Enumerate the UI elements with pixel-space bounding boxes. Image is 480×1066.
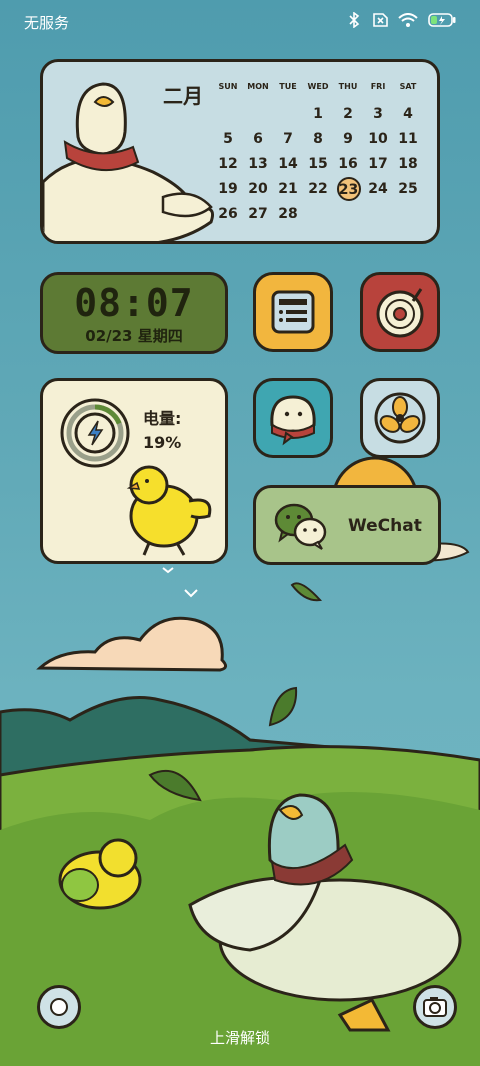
- calendar-day[interactable]: 5: [213, 131, 243, 147]
- calendar-day[interactable]: 28: [273, 206, 303, 222]
- calendar-day[interactable]: 6: [243, 131, 273, 147]
- calendar-weekday-row: SUN MON TUE WED THU FRI SAT: [213, 76, 425, 101]
- calendar-day[interactable]: 10: [363, 131, 393, 147]
- weekday-label: MON: [247, 81, 269, 91]
- battery-percent: 19%: [143, 433, 182, 452]
- weekday-label: THU: [338, 81, 358, 91]
- calendar-today-marker: 23: [336, 176, 361, 201]
- battery-widget[interactable]: 电量: 19%: [40, 378, 228, 564]
- swipe-unlock-hint[interactable]: 上滑解锁: [0, 1027, 480, 1048]
- bluetooth-icon: [349, 12, 360, 28]
- wifi-icon: [398, 13, 418, 27]
- calendar-day[interactable]: 25: [393, 181, 423, 197]
- calendar-week-row: 26 27 28: [213, 201, 425, 226]
- ghost-icon: [270, 395, 316, 446]
- weekday-label: FRI: [370, 81, 386, 91]
- calendar-week-row: 1234: [213, 101, 425, 126]
- ghost-app-icon[interactable]: [253, 378, 333, 458]
- cloud-shape: [36, 616, 227, 672]
- calendar-day[interactable]: 12: [213, 156, 243, 172]
- calendar-day[interactable]: 18: [393, 156, 423, 172]
- camera-shortcut-button[interactable]: [413, 985, 457, 1029]
- vinyl-record-icon: [376, 288, 424, 338]
- circle-icon: [50, 998, 68, 1016]
- wechat-icon: [274, 503, 327, 550]
- music-app-icon[interactable]: [360, 272, 440, 352]
- weekday-label: SAT: [399, 81, 417, 91]
- weekday-label: WED: [307, 81, 329, 91]
- calendar-day[interactable]: 21: [273, 181, 303, 197]
- calendar-day[interactable]: 13: [243, 156, 273, 172]
- calendar-day[interactable]: 4: [393, 106, 423, 122]
- fan-icon: [374, 392, 426, 444]
- calendar-day[interactable]: 7: [273, 131, 303, 147]
- clock-widget[interactable]: 08:07 02/23 星期四: [40, 272, 228, 354]
- wechat-app-widget[interactable]: WeChat: [253, 485, 441, 565]
- no-sim-icon: [373, 13, 388, 27]
- notes-icon: [271, 290, 315, 334]
- calendar-day[interactable]: 19: [213, 181, 243, 197]
- calendar-day[interactable]: 17: [363, 156, 393, 172]
- calendar-day[interactable]: 3: [363, 106, 393, 122]
- chick-illustration: [126, 465, 212, 556]
- status-bar: 无服务: [0, 0, 480, 44]
- calendar-day[interactable]: 27: [243, 206, 273, 222]
- calendar-week-row: 12 13 14 15 16 17 18: [213, 151, 425, 176]
- calendar-day[interactable]: 20: [243, 181, 273, 197]
- weekday-label: TUE: [279, 81, 297, 91]
- calendar-day[interactable]: 8: [303, 131, 333, 147]
- carrier-label: 无服务: [24, 14, 70, 32]
- calendar-day[interactable]: 2: [333, 106, 363, 122]
- calendar-widget[interactable]: 二月 SUN MON TUE WED THU FRI SAT 123456789…: [40, 59, 440, 244]
- battery-status-icon: [428, 13, 456, 27]
- calendar-week-row: 5 6 7 8 9 10 11: [213, 126, 425, 151]
- calendar-month-label: 二月: [163, 84, 203, 108]
- calendar-day[interactable]: 22: [303, 181, 333, 197]
- clock-date: 02/23 星期四: [85, 327, 183, 345]
- assistant-shortcut-button[interactable]: [37, 985, 81, 1029]
- calendar-day[interactable]: 26: [213, 206, 243, 222]
- fan-app-icon[interactable]: [360, 378, 440, 458]
- battery-text: 电量: 19%: [143, 407, 181, 455]
- calendar-day[interactable]: 16: [333, 156, 363, 172]
- notes-app-icon[interactable]: [253, 272, 333, 352]
- battery-label: 电量:: [143, 409, 182, 428]
- calendar-day[interactable]: 24: [363, 181, 393, 197]
- weekday-label: SUN: [218, 81, 238, 91]
- clock-time: 08:07: [74, 281, 194, 325]
- calendar-day[interactable]: 23: [333, 176, 363, 201]
- calendar-day[interactable]: 14: [273, 156, 303, 172]
- calendar-day[interactable]: 1: [303, 106, 333, 122]
- battery-ring-icon: [60, 398, 130, 468]
- calendar-day[interactable]: 11: [393, 131, 423, 147]
- calendar-week-row: 19 20 21 22 23 24 25: [213, 176, 425, 201]
- wechat-label: WeChat: [348, 516, 422, 536]
- calendar-day[interactable]: 15: [303, 156, 333, 172]
- camera-icon: [423, 997, 447, 1017]
- calendar-grid: SUN MON TUE WED THU FRI SAT 1 2 3 4 5 6 7 8 9 10 1…: [213, 76, 425, 226]
- calendar-day[interactable]: 9: [333, 131, 363, 147]
